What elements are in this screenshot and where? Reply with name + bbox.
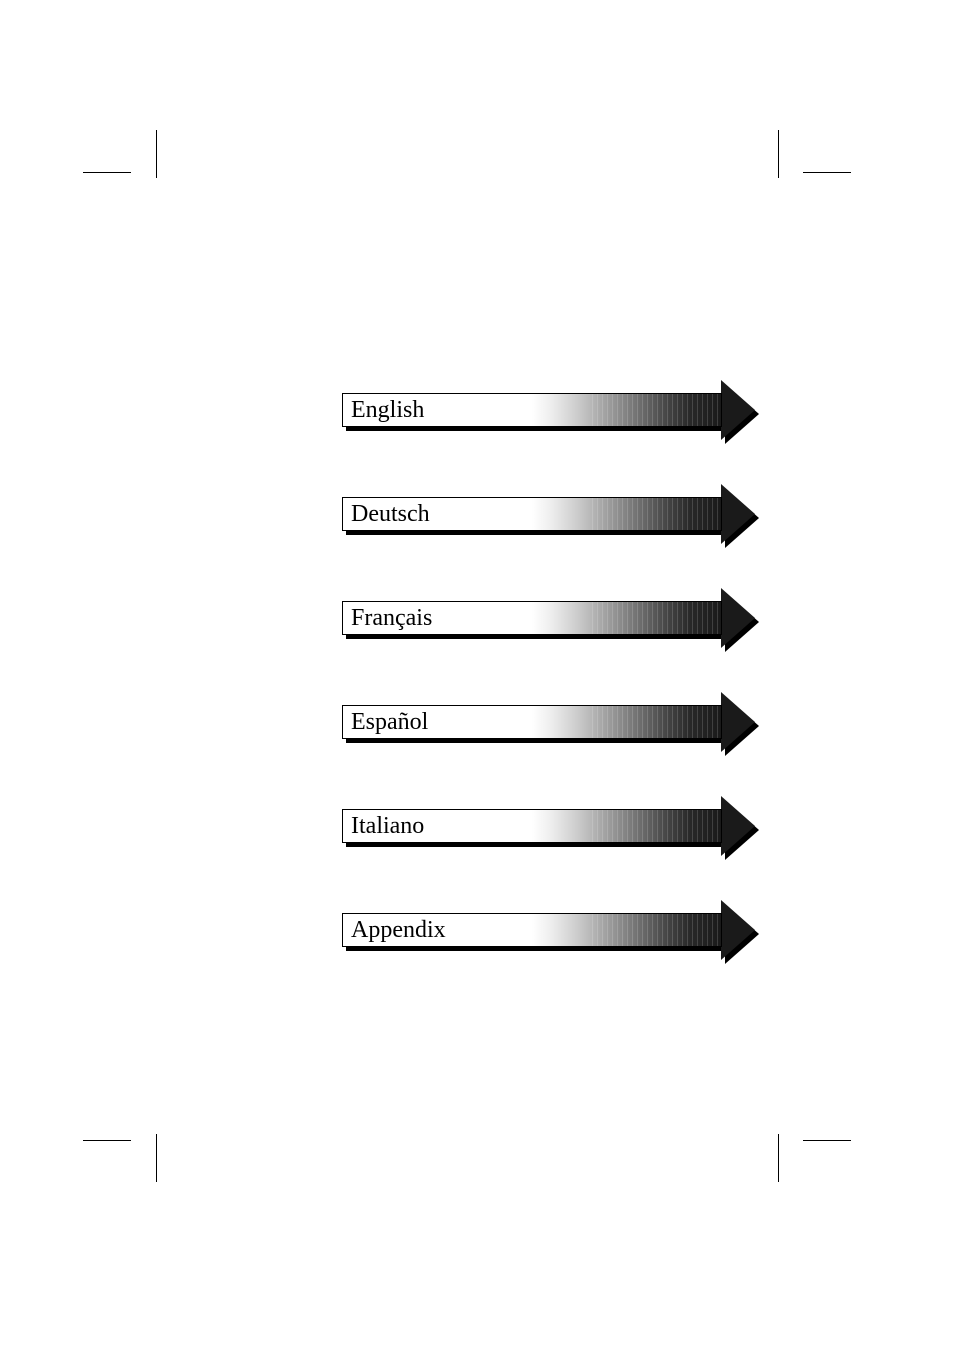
crop-mark <box>778 130 779 178</box>
crop-mark <box>803 1140 851 1141</box>
crop-mark <box>778 1134 779 1182</box>
section-arrow-italiano[interactable]: Italiano <box>342 796 762 856</box>
section-arrow-espanol[interactable]: Español <box>342 692 762 752</box>
arrow-head-icon <box>721 380 755 440</box>
arrow-head-icon <box>721 900 755 960</box>
language-section-list: English Deutsch Français <box>342 380 762 1004</box>
arrow-head-icon <box>721 588 755 648</box>
section-label: Deutsch <box>351 501 430 528</box>
arrow-shaft: English <box>342 393 722 427</box>
arrow-shaft: Italiano <box>342 809 722 843</box>
section-arrow-english[interactable]: English <box>342 380 762 440</box>
section-arrow-appendix[interactable]: Appendix <box>342 900 762 960</box>
crop-mark <box>156 1134 157 1182</box>
arrow-shaft: Español <box>342 705 722 739</box>
arrow-head-icon <box>721 484 755 544</box>
crop-mark <box>156 130 157 178</box>
document-page: English Deutsch Français <box>0 0 954 1351</box>
section-label: English <box>351 397 424 424</box>
arrow-head-icon <box>721 796 755 856</box>
arrow-shaft: Français <box>342 601 722 635</box>
crop-mark <box>83 1140 131 1141</box>
arrow-head-icon <box>721 692 755 752</box>
section-arrow-francais[interactable]: Français <box>342 588 762 648</box>
section-label: Italiano <box>351 813 424 840</box>
crop-mark <box>803 172 851 173</box>
section-label: Appendix <box>351 917 446 944</box>
arrow-shaft: Appendix <box>342 913 722 947</box>
arrow-shaft: Deutsch <box>342 497 722 531</box>
section-arrow-deutsch[interactable]: Deutsch <box>342 484 762 544</box>
section-label: Español <box>351 709 428 736</box>
crop-mark <box>83 172 131 173</box>
section-label: Français <box>351 605 432 632</box>
